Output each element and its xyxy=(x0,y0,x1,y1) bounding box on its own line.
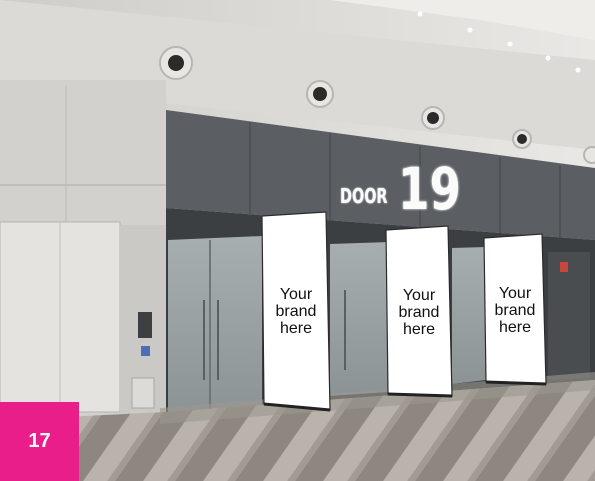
brand-banner-3: Your brand here xyxy=(486,238,544,382)
door-sign-word: DOOR xyxy=(340,184,388,208)
door-sign: DOOR 19 xyxy=(340,158,479,218)
brand-banner-2: Your brand here xyxy=(388,230,450,394)
page-number-badge: 17 xyxy=(0,402,79,481)
brand-banner-2-text: Your brand here xyxy=(398,286,440,338)
brand-banner-3-text: Your brand here xyxy=(494,284,536,336)
door-sign-number: 19 xyxy=(398,155,461,223)
brand-banner-1: Your brand here xyxy=(264,216,328,406)
page-number: 17 xyxy=(28,430,51,452)
venue-entrance-photo: DOOR 19 Your brand here Your brand here … xyxy=(0,0,595,481)
brand-banner-1-text: Your brand here xyxy=(275,285,317,337)
